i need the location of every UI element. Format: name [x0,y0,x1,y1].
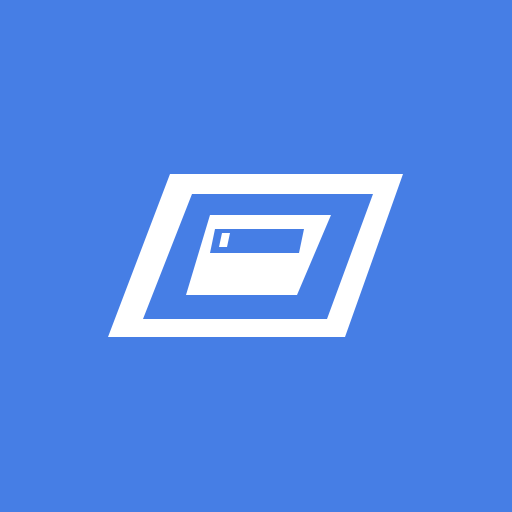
app-icon [0,0,512,512]
slanted-window-frame-icon [0,0,512,512]
